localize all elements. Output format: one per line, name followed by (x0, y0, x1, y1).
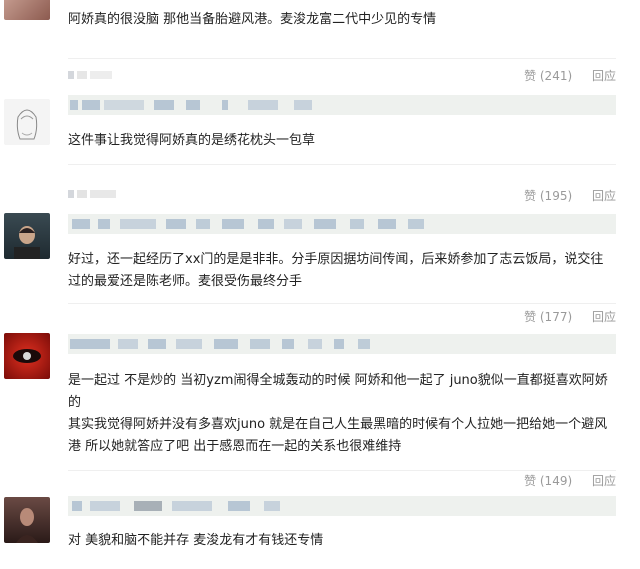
avatar[interactable] (4, 213, 50, 259)
comment-item: 赞 (177) 回应 是一起过 不是炒的 当初yzm闹得全城轰动的时候 阿娇和他… (0, 306, 640, 471)
person-photo-icon (14, 226, 40, 259)
sketch-girl-icon (16, 109, 38, 140)
username-blurred[interactable] (68, 70, 112, 80)
username-blurred[interactable] (68, 189, 116, 199)
like-button[interactable]: 赞 (195) (524, 189, 572, 203)
comment-actions: 赞 (241) 回应 (508, 67, 616, 84)
comment-text: 是一起过 不是炒的 当初yzm闹得全城轰动的时候 阿娇和他一起了 juno貌似一… (68, 370, 616, 458)
avatar[interactable] (4, 497, 50, 543)
like-button[interactable]: 赞 (241) (524, 69, 572, 83)
divider (68, 164, 616, 165)
comment-actions: 赞 (195) 回应 (508, 187, 616, 204)
like-button[interactable]: 赞 (149) (524, 474, 572, 488)
reply-button[interactable]: 回应 (592, 69, 616, 83)
comment-meta: 赞 (195) 回应 (68, 187, 616, 207)
quoted-comment-blurred (68, 214, 616, 234)
comment-text: 阿娇真的很没脑 那他当备胎避风港。麦浚龙富二代中少见的专情 (68, 12, 437, 27)
divider (68, 58, 616, 59)
comment-item: 赞 (195) 回应 好过，还一起经历了xx门的是是非非。分手原因据坊间传闻，后… (0, 179, 640, 304)
comment-meta: 赞 (149) 回应 (68, 472, 616, 492)
quoted-comment-blurred (68, 496, 616, 516)
reply-button[interactable]: 回应 (592, 189, 616, 203)
divider (68, 303, 616, 304)
like-button[interactable]: 赞 (177) (524, 310, 572, 324)
eye-photo-icon (13, 349, 41, 363)
comment-text: 好过，还一起经历了xx门的是是非非。分手原因据坊间传闻，后来娇参加了志云饭局，说… (68, 252, 604, 289)
quoted-comment-blurred (68, 334, 616, 354)
comment-meta: 赞 (177) 回应 (68, 308, 616, 328)
avatar[interactable] (4, 333, 50, 379)
reply-button[interactable]: 回应 (592, 474, 616, 488)
comment-item: 赞 (149) 回应 对 美貌和脑不能并存 麦浚龙有才有钱还专情 (0, 466, 640, 569)
avatar[interactable] (4, 0, 50, 20)
comment-text: 对 美貌和脑不能并存 麦浚龙有才有钱还专情 (68, 533, 324, 548)
comment-text-line: 是一起过 不是炒的 当初yzm闹得全城轰动的时候 阿娇和他一起了 juno貌似一… (68, 373, 608, 410)
comment-meta: 赞 (241) 回应 (68, 67, 616, 87)
comment-actions: 赞 (149) 回应 (508, 472, 616, 489)
avatar[interactable] (4, 99, 50, 145)
comment-item: 阿娇真的很没脑 那他当备胎避风港。麦浚龙富二代中少见的专情 (0, 0, 640, 60)
comment-actions: 赞 (177) 回应 (508, 308, 616, 325)
comment-text-line: 其实我觉得阿娇并没有多喜欢juno 就是在自己人生最黑暗的时候有个人拉她一把给她… (68, 417, 608, 454)
reply-button[interactable]: 回应 (592, 310, 616, 324)
portrait-photo-icon (16, 508, 38, 543)
quoted-comment-blurred (68, 95, 616, 115)
comment-text: 这件事让我觉得阿娇真的是绣花枕头一包草 (68, 133, 316, 148)
comment-item: 赞 (241) 回应 这件事让我觉得阿娇真的是绣花枕头一包草 (0, 60, 640, 165)
